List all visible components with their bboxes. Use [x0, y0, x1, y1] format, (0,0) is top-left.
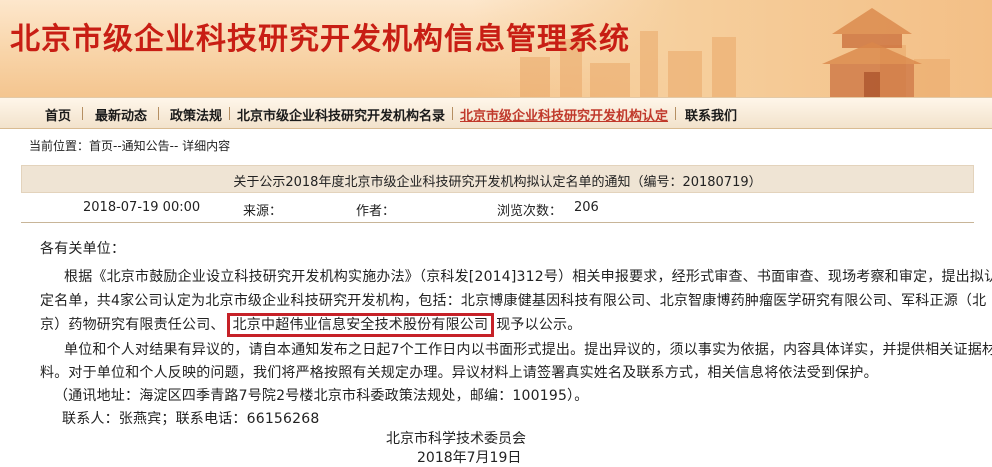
nav-policies[interactable]: 政策法规 [170, 105, 222, 124]
skyline-building [590, 63, 630, 97]
body-line: 料。对于单位和个人反映的问题，我们将严格按照有关规定办理。异议材料上请签署真实姓… [40, 365, 878, 381]
address-line: （通讯地址：海淀区四季青路7号院2号楼北京市科委政策法规处，邮编：100195）… [54, 388, 589, 404]
body-line: 定名单，共4家公司认定为北京市级企业科技研究开发机构，包括：北京博康健基因科技有… [40, 293, 987, 309]
contact-line: 联系人：张燕宾；联系电话：66156268 [62, 411, 320, 427]
nav-divider [82, 107, 83, 120]
divider [21, 222, 974, 223]
temple-illustration [822, 8, 922, 97]
signature-date: 2018年7月19日 [417, 450, 522, 466]
author-label: 作者： [356, 204, 396, 219]
nav-divider [229, 107, 230, 120]
skyline-building [712, 37, 736, 97]
notice-title: 关于公示2018年度北京市级企业科技研究开发机构拟认定名单的通知（编号：2018… [233, 175, 762, 190]
nav-directory[interactable]: 北京市级企业科技研究开发机构名录 [237, 105, 445, 124]
header-banner: 北京市级企业科技研究开发机构信息管理系统 [0, 0, 992, 97]
nav-divider [675, 107, 676, 120]
views-label: 浏览次数： [497, 204, 563, 219]
signature-org: 北京市科学技术委员会 [386, 431, 526, 447]
body-line: 单位和个人对结果有异议的，请自本通知发布之日起7个工作日内以书面形式提出。提出异… [64, 342, 992, 358]
skyline-building [668, 51, 702, 97]
highlighted-company: 北京中超伟业信息安全技术股份有限公司 [226, 313, 495, 337]
body-line: 根据《北京市鼓励企业设立科技研究开发机构实施办法》（京科发[2014]312号）… [64, 269, 992, 285]
nav-home[interactable]: 首页 [45, 105, 71, 124]
main-nav: 首页 最新动态 政策法规 北京市级企业科技研究开发机构名录 北京市级企业科技研究… [0, 97, 992, 129]
nav-divider [158, 107, 159, 120]
skyline-building [640, 31, 658, 97]
skyline-building [520, 57, 550, 97]
nav-certification[interactable]: 北京市级企业科技研究开发机构认定 [460, 105, 668, 124]
views-count: 206 [574, 200, 599, 215]
nav-divider [452, 107, 453, 120]
nav-latest-news[interactable]: 最新动态 [95, 105, 147, 124]
notice-date: 2018-07-19 00:00 [83, 200, 201, 215]
notice-title-bar: 关于公示2018年度北京市级企业科技研究开发机构拟认定名单的通知（编号：2018… [21, 165, 974, 193]
salutation: 各有关单位： [40, 241, 126, 257]
body-line: 京）药物研究有限责任公司、 北京中超伟业信息安全技术股份有限公司 现予以公示。 [40, 313, 581, 337]
site-title: 北京市级企业科技研究开发机构信息管理系统 [10, 22, 630, 57]
breadcrumb: 当前位置：首页--通知公告-- 详细内容 [29, 137, 230, 154]
source-label: 来源： [243, 204, 283, 219]
breadcrumb-label: 当前位置： [29, 139, 90, 153]
nav-contact-us[interactable]: 联系我们 [685, 105, 737, 124]
body-text: 京）药物研究有限责任公司、 [40, 317, 225, 333]
body-text: 现予以公示。 [496, 317, 582, 333]
breadcrumb-path[interactable]: 首页--通知公告-- 详细内容 [89, 139, 230, 153]
